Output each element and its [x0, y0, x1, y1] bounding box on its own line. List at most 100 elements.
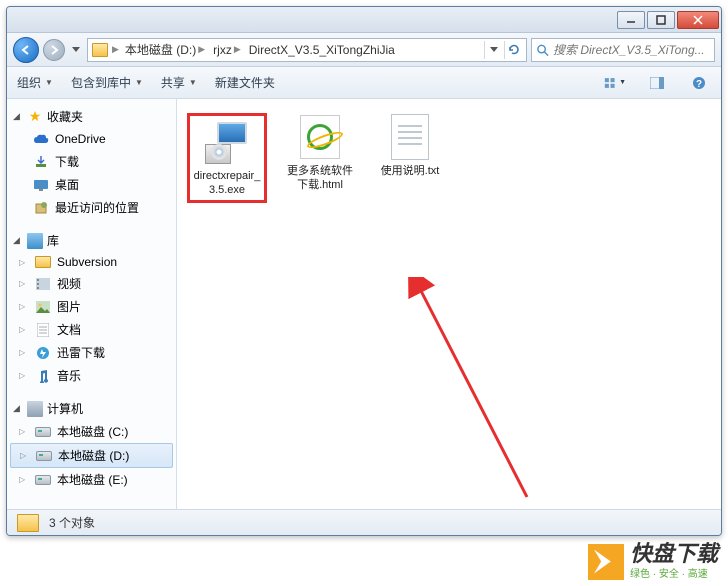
search-bar[interactable]	[531, 38, 715, 62]
sidebar-item-label: 桌面	[55, 176, 79, 193]
watermark: 快盘下载 绿色 · 安全 · 高速	[588, 543, 718, 580]
drive-icon	[35, 427, 51, 437]
file-name: directxrepair_3.5.exe	[192, 170, 262, 198]
minimize-button[interactable]	[617, 11, 645, 29]
sidebar-item-music[interactable]: ▷音乐	[7, 364, 176, 387]
toolbar-label: 新建文件夹	[215, 74, 275, 91]
search-input[interactable]	[553, 43, 710, 57]
sidebar: ◢★收藏夹 OneDrive 下载 桌面 最近访问的位置 ◢库 ▷Subvers…	[7, 99, 177, 509]
sidebar-item-label: 本地磁盘 (D:)	[58, 447, 129, 464]
chevron-down-icon: ▼	[135, 78, 143, 87]
sidebar-item-label: 下载	[55, 153, 79, 170]
sidebar-group-label: 收藏夹	[47, 108, 83, 125]
expand-icon: ▷	[19, 258, 27, 267]
breadcrumb-label: rjxz	[213, 43, 232, 57]
view-options-button[interactable]: ▼	[603, 72, 627, 94]
back-button[interactable]	[13, 37, 39, 63]
breadcrumb-segment[interactable]: 本地磁盘 (D:)▶	[123, 41, 207, 58]
drive-icon	[36, 451, 52, 461]
sidebar-item-onedrive[interactable]: OneDrive	[7, 128, 176, 150]
sidebar-group-libraries: ◢库 ▷Subversion ▷视频 ▷图片 ▷文档 ▷迅雷下载 ▷音乐	[7, 229, 176, 387]
chevron-right-icon: ▶	[112, 44, 119, 55]
file-item-exe[interactable]: directxrepair_3.5.exe	[187, 113, 267, 203]
breadcrumb-label: DirectX_V3.5_XiTongZhiJia	[249, 43, 395, 57]
address-bar[interactable]: ▶ 本地磁盘 (D:)▶ rjxz▶ DirectX_V3.5_XiTongZh…	[87, 38, 527, 62]
search-icon	[536, 43, 549, 57]
toolbar-label: 组织	[17, 74, 41, 91]
sidebar-item-subversion[interactable]: ▷Subversion	[7, 252, 176, 272]
sidebar-group-label: 计算机	[47, 400, 83, 417]
new-folder-button[interactable]: 新建文件夹	[215, 74, 275, 91]
breadcrumb-segment[interactable]: DirectX_V3.5_XiTongZhiJia	[247, 43, 397, 57]
refresh-button[interactable]	[504, 41, 522, 59]
sidebar-group-header[interactable]: ◢库	[7, 229, 176, 252]
sidebar-item-documents[interactable]: ▷文档	[7, 318, 176, 341]
chevron-down-icon: ▼	[619, 79, 626, 86]
sidebar-item-recent[interactable]: 最近访问的位置	[7, 196, 176, 219]
computer-icon	[27, 401, 43, 417]
desktop-icon	[33, 177, 49, 193]
file-item-txt[interactable]: 使用说明.txt	[373, 113, 447, 179]
watermark-brand: 快盘下载	[630, 543, 718, 565]
sidebar-item-pictures[interactable]: ▷图片	[7, 295, 176, 318]
help-button[interactable]: ?	[687, 72, 711, 94]
sidebar-item-drive-c[interactable]: ▷本地磁盘 (C:)	[7, 420, 176, 443]
sidebar-item-drive-d[interactable]: ▷ 本地磁盘 (D:)	[10, 443, 173, 468]
maximize-button[interactable]	[647, 11, 675, 29]
toolbar: 组织▼ 包含到库中 ▼ 共享▼ 新建文件夹 ▼ ?	[7, 67, 721, 99]
drive-icon	[35, 475, 51, 485]
nav-history-dropdown[interactable]	[69, 39, 83, 61]
file-item-html[interactable]: 更多系统软件下载.html	[283, 113, 357, 193]
folder-icon	[92, 43, 108, 57]
download-icon	[33, 154, 49, 170]
include-library-menu[interactable]: 包含到库中 ▼	[71, 74, 143, 91]
star-icon: ★	[27, 109, 43, 125]
collapse-icon: ◢	[13, 403, 23, 414]
breadcrumb-segment[interactable]: rjxz▶	[211, 43, 243, 57]
svg-text:?: ?	[696, 79, 702, 90]
folder-icon	[35, 256, 51, 268]
expand-icon: ▷	[19, 348, 27, 357]
navbar: ▶ 本地磁盘 (D:)▶ rjxz▶ DirectX_V3.5_XiTongZh…	[7, 33, 721, 67]
sidebar-group-favorites: ◢ ★收藏夹 OneDrive 下载 桌面 最近访问的位置	[7, 105, 176, 219]
sidebar-item-label: 音乐	[57, 367, 81, 384]
content-pane[interactable]: directxrepair_3.5.exe 更多系统软件下载.html 使用说明…	[177, 99, 721, 509]
cloud-icon	[33, 131, 49, 147]
forward-button[interactable]	[43, 39, 65, 61]
expand-icon: ▷	[19, 325, 27, 334]
expand-icon: ▷	[20, 451, 28, 460]
picture-icon	[35, 299, 51, 315]
sidebar-group-header[interactable]: ◢ ★收藏夹	[7, 105, 176, 128]
txt-icon	[386, 113, 434, 161]
status-text: 3 个对象	[49, 514, 95, 531]
sidebar-item-xunlei[interactable]: ▷迅雷下载	[7, 341, 176, 364]
sidebar-item-label: 最近访问的位置	[55, 199, 139, 216]
toolbar-label: 包含到库中	[71, 74, 131, 91]
expand-icon: ▷	[19, 427, 27, 436]
sidebar-group-computer: ◢ 计算机 ▷本地磁盘 (C:) ▷ 本地磁盘 (D:) ▷本地磁盘 (E:)	[7, 397, 176, 491]
expand-icon: ▷	[19, 302, 27, 311]
document-icon	[35, 322, 51, 338]
xunlei-icon	[35, 345, 51, 361]
sidebar-item-videos[interactable]: ▷视频	[7, 272, 176, 295]
toolbar-label: 共享	[161, 74, 185, 91]
collapse-icon: ◢	[13, 111, 23, 122]
annotation-arrow	[407, 277, 537, 507]
body: ◢★收藏夹 OneDrive 下载 桌面 最近访问的位置 ◢库 ▷Subvers…	[7, 99, 721, 509]
titlebar	[7, 7, 721, 33]
exe-icon	[203, 118, 251, 166]
watermark-logo-icon	[588, 544, 624, 580]
sidebar-item-downloads[interactable]: 下载	[7, 150, 176, 173]
sidebar-group-header[interactable]: ◢ 计算机	[7, 397, 176, 420]
sidebar-item-drive-e[interactable]: ▷本地磁盘 (E:)	[7, 468, 176, 491]
share-menu[interactable]: 共享▼	[161, 74, 197, 91]
close-button[interactable]	[677, 11, 719, 29]
address-dropdown[interactable]	[484, 41, 502, 59]
preview-pane-button[interactable]	[645, 72, 669, 94]
chevron-right-icon: ▶	[198, 44, 205, 55]
sidebar-item-desktop[interactable]: 桌面	[7, 173, 176, 196]
file-name: 更多系统软件下载.html	[283, 165, 357, 193]
organize-menu[interactable]: 组织▼	[17, 74, 53, 91]
sidebar-group-label: 库	[47, 232, 59, 249]
file-name: 使用说明.txt	[381, 165, 440, 179]
